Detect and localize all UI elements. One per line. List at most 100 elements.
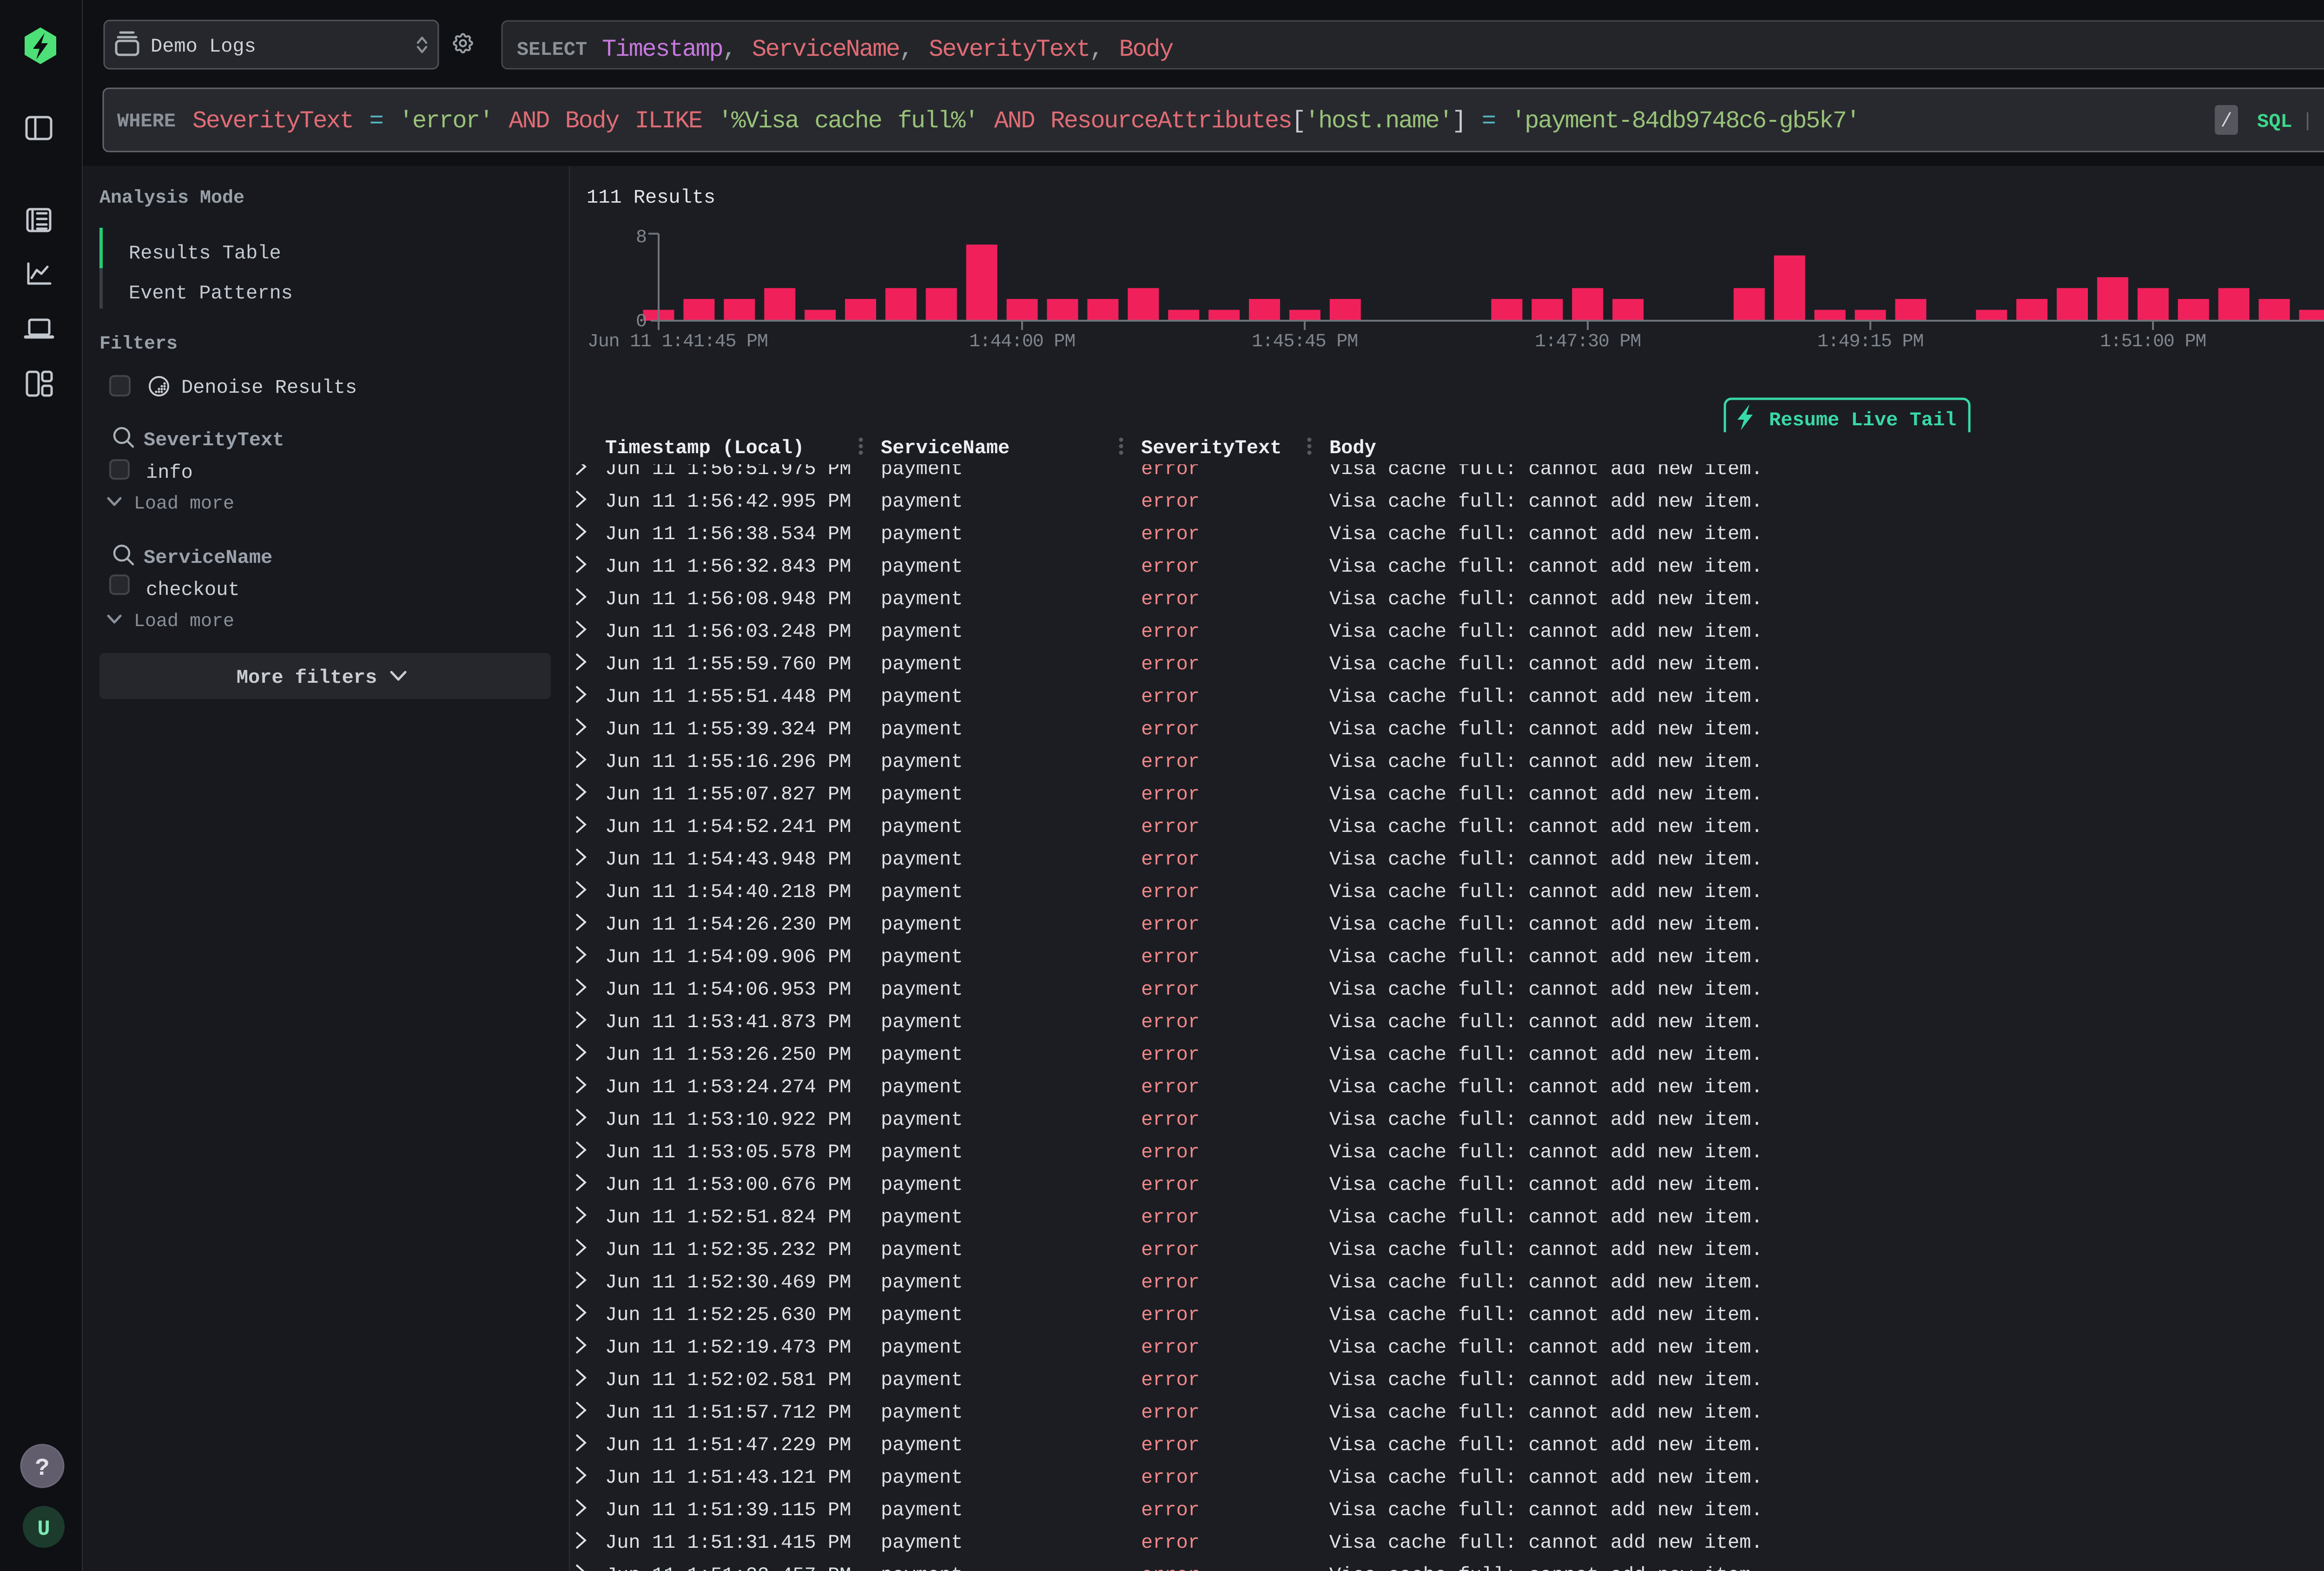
svg-text:Resume Live Tail: Resume Live Tail [1769,409,1956,431]
svg-text:payment: payment [881,913,963,936]
svg-text:Visa cache full: cannot add ne: Visa cache full: cannot add new item. [1329,1304,1763,1326]
svg-text:SeverityText: SeverityText [144,429,284,451]
svg-text:error: error [1141,1174,1200,1196]
svg-text:Jun 11 1:53:00.676 PM: Jun 11 1:53:00.676 PM [605,1174,851,1196]
svg-text:/: / [2220,110,2232,132]
svg-text:Demo Logs: Demo Logs [151,35,256,58]
svg-text:8: 8 [636,227,647,248]
svg-text:error: error [1141,1336,1200,1359]
svg-text:111 Results: 111 Results [587,186,715,209]
svg-text:Visa cache full: cannot add ne: Visa cache full: cannot add new item. [1329,913,1763,936]
svg-text:Jun 11 1:55:39.324 PM: Jun 11 1:55:39.324 PM [605,718,851,740]
svg-text:Jun 11 1:51:39.115 PM: Jun 11 1:51:39.115 PM [605,1499,851,1521]
svg-text:Visa cache full: cannot add ne: Visa cache full: cannot add new item. [1329,523,1763,545]
svg-text:Visa cache full: cannot add ne: Visa cache full: cannot add new item. [1329,783,1763,805]
svg-text:Visa cache full: cannot add ne: Visa cache full: cannot add new item. [1329,588,1763,610]
svg-text:Visa cache full: cannot add ne: Visa cache full: cannot add new item. [1329,848,1763,871]
svg-text:Visa cache full: cannot add ne: Visa cache full: cannot add new item. [1329,620,1763,643]
svg-text:Jun 11 1:55:59.760 PM: Jun 11 1:55:59.760 PM [605,653,851,675]
svg-text:Visa cache full: cannot add ne: Visa cache full: cannot add new item. [1329,816,1763,838]
svg-text:Visa cache full: cannot add ne: Visa cache full: cannot add new item. [1329,718,1763,740]
svg-text:payment: payment [881,686,963,708]
svg-text:Analysis Mode: Analysis Mode [99,188,244,209]
svg-text:error: error [1141,653,1200,675]
svg-text:Visa cache full: cannot add ne: Visa cache full: cannot add new item. [1329,490,1763,513]
svg-text:Jun 11 1:52:25.630 PM: Jun 11 1:52:25.630 PM [605,1304,851,1326]
svg-text:payment: payment [881,881,963,903]
svg-text:Filters: Filters [99,334,178,355]
svg-text:Visa cache full: cannot add ne: Visa cache full: cannot add new item. [1329,555,1763,578]
svg-text:error: error [1141,1011,1200,1033]
svg-text:Load more: Load more [134,611,234,632]
svg-text:error: error [1141,751,1200,773]
svg-text:Timestamp, ServiceName, Severi: Timestamp, ServiceName, SeverityText, Bo… [602,36,1173,63]
svg-text:Visa cache full: cannot add ne: Visa cache full: cannot add new item. [1329,751,1763,773]
svg-text:SeverityText = 'error' AND Bod: SeverityText = 'error' AND Body ILIKE '%… [192,107,1859,135]
svg-text:info: info [146,462,193,484]
svg-text:payment: payment [881,1434,963,1456]
svg-text:payment: payment [881,946,963,968]
svg-text:Jun 11 1:52:35.232 PM: Jun 11 1:52:35.232 PM [605,1239,851,1261]
svg-text:Jun 11 1:55:16.296 PM: Jun 11 1:55:16.296 PM [605,751,851,773]
svg-text:Jun 11 1:54:09.906 PM: Jun 11 1:54:09.906 PM [605,946,851,968]
svg-text:1:47:30 PM: 1:47:30 PM [1535,331,1641,352]
svg-text:Jun 11 1:56:03.248 PM: Jun 11 1:56:03.248 PM [605,620,851,643]
svg-text:payment: payment [881,1174,963,1196]
svg-text:Jun 11 1:53:24.274 PM: Jun 11 1:53:24.274 PM [605,1076,851,1098]
svg-text:error: error [1141,1434,1200,1456]
svg-text:error: error [1141,978,1200,1001]
svg-text:error: error [1141,620,1200,643]
svg-text:1:49:15 PM: 1:49:15 PM [1817,331,1923,352]
svg-text:error: error [1141,816,1200,838]
svg-text:payment: payment [881,1336,963,1359]
svg-text:Jun 11 1:51:43.121 PM: Jun 11 1:51:43.121 PM [605,1466,851,1489]
svg-text:Jun 11 1:54:06.953 PM: Jun 11 1:54:06.953 PM [605,978,851,1001]
svg-text:SELECT: SELECT [517,39,587,61]
svg-text:Visa cache full: cannot add ne: Visa cache full: cannot add new item. [1329,1011,1763,1033]
svg-text:error: error [1141,1531,1200,1554]
svg-text:error: error [1141,1239,1200,1261]
svg-text:Visa cache full: cannot add ne: Visa cache full: cannot add new item. [1329,1564,1763,1571]
svg-text:error: error [1141,686,1200,708]
svg-text:ServiceName: ServiceName [881,437,1010,459]
svg-text:error: error [1141,718,1200,740]
svg-text:Visa cache full: cannot add ne: Visa cache full: cannot add new item. [1329,1206,1763,1228]
svg-text:Jun 11 1:51:31.415 PM: Jun 11 1:51:31.415 PM [605,1531,851,1554]
svg-text:payment: payment [881,1206,963,1228]
svg-text:Event Patterns: Event Patterns [129,282,293,304]
svg-text:payment: payment [881,1304,963,1326]
svg-text:error: error [1141,1206,1200,1228]
svg-text:Visa cache full: cannot add ne: Visa cache full: cannot add new item. [1329,1466,1763,1489]
svg-text:Jun 11 1:51:57.712 PM: Jun 11 1:51:57.712 PM [605,1401,851,1424]
svg-text:checkout: checkout [146,579,240,601]
svg-text:payment: payment [881,1141,963,1163]
svg-text:Visa cache full: cannot add ne: Visa cache full: cannot add new item. [1329,1401,1763,1424]
svg-text:payment: payment [881,588,963,610]
svg-text:Visa cache full: cannot add ne: Visa cache full: cannot add new item. [1329,881,1763,903]
svg-text:payment: payment [881,1466,963,1489]
svg-text:error: error [1141,1141,1200,1163]
svg-text:payment: payment [881,1564,963,1571]
svg-text:Jun 11 1:54:26.230 PM: Jun 11 1:54:26.230 PM [605,913,851,936]
svg-text:payment: payment [881,816,963,838]
svg-text:Jun 11 1:54:52.241 PM: Jun 11 1:54:52.241 PM [605,816,851,838]
svg-text:ServiceName: ServiceName [144,547,272,569]
svg-text:payment: payment [881,1369,963,1391]
svg-text:Jun 11 1:56:38.534 PM: Jun 11 1:56:38.534 PM [605,523,851,545]
svg-text:Visa cache full: cannot add ne: Visa cache full: cannot add new item. [1329,1043,1763,1066]
svg-text:|: | [2302,110,2313,132]
svg-text:Visa cache full: cannot add ne: Visa cache full: cannot add new item. [1329,1369,1763,1391]
svg-text:error: error [1141,783,1200,805]
svg-text:0: 0 [636,311,647,332]
svg-text:Jun 11 1:56:32.843 PM: Jun 11 1:56:32.843 PM [605,555,851,578]
svg-text:Jun 11 1:51:47.229 PM: Jun 11 1:51:47.229 PM [605,1434,851,1456]
svg-text:error: error [1141,1271,1200,1294]
svg-text:error: error [1141,946,1200,968]
svg-text:payment: payment [881,523,963,545]
svg-text:error: error [1141,588,1200,610]
svg-text:payment: payment [881,1401,963,1424]
svg-text:payment: payment [881,620,963,643]
svg-text:payment: payment [881,1499,963,1521]
svg-text:More filters: More filters [237,667,377,689]
svg-text:1:44:00 PM: 1:44:00 PM [969,331,1075,352]
